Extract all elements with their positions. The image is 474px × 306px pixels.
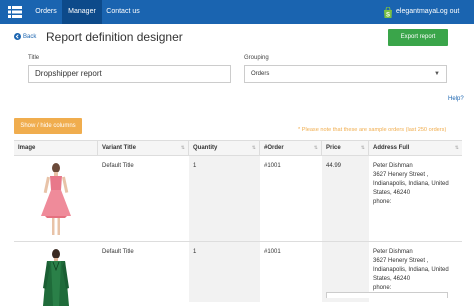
back-link[interactable]: Back — [14, 33, 36, 40]
product-image — [14, 156, 98, 241]
column-header-label: Address Full — [373, 145, 410, 151]
address-line: 3627 Henery Street , — [373, 172, 429, 178]
column-header-price[interactable]: Price ⇅ — [322, 141, 369, 156]
table-row: Default Title 1 #1001 44.99 Peter Dishma… — [14, 156, 462, 242]
address-overlay-box — [326, 292, 448, 298]
sort-icon[interactable]: ⇅ — [455, 141, 459, 156]
page-title: Report definition designer — [46, 30, 183, 44]
show-hide-columns-button[interactable]: Show / hide columns — [14, 118, 82, 134]
address-line: Indianapolis, Indiana, United — [373, 267, 449, 273]
address-line: States, 46240 — [373, 276, 411, 282]
brand-name: elegantmaya — [396, 8, 437, 15]
back-arrow-icon — [14, 33, 21, 40]
address-line: Peter Dishman — [373, 163, 413, 169]
address-line: States, 46240 — [373, 190, 411, 196]
column-header-address-full[interactable]: Address Full ⇅ — [369, 141, 462, 156]
hamburger-icon — [8, 6, 22, 18]
address-cell: Peter Dishman 3627 Henery Street , India… — [369, 242, 462, 299]
column-header-quantity[interactable]: Quantity ⇅ — [189, 141, 260, 156]
nav-manager[interactable]: Manager — [62, 0, 102, 24]
help-link[interactable]: Help? — [448, 96, 464, 102]
column-header-label: Quantity — [193, 145, 218, 151]
table-header: Image Variant Title ⇅ Quantity ⇅ #Order … — [14, 140, 462, 156]
nav-contact-us[interactable]: Contact us — [102, 0, 144, 24]
sort-icon[interactable]: ⇅ — [181, 141, 185, 156]
grouping-select[interactable]: Orders ▼ — [244, 65, 447, 83]
address-line: 3627 Henery Street , — [373, 258, 429, 264]
sort-icon[interactable]: ⇅ — [314, 141, 318, 156]
address-line: phone: — [373, 199, 392, 205]
brand[interactable]: S elegantmaya — [383, 0, 436, 24]
column-header-label: Image — [18, 145, 36, 151]
quantity-cell: 1 — [189, 242, 260, 302]
grouping-label: Grouping — [244, 55, 269, 61]
svg-text:S: S — [386, 12, 390, 18]
title-input[interactable]: Dropshipper report — [28, 65, 231, 83]
top-navbar: Orders Manager Contact us S elegantmaya … — [0, 0, 474, 24]
export-report-button[interactable]: Export report — [388, 29, 448, 46]
pink-dress-photo — [25, 160, 87, 238]
column-header-label: Variant Title — [102, 145, 136, 151]
menu-button[interactable] — [0, 0, 30, 24]
variant-title-cell: Default Title — [102, 249, 134, 255]
grouping-value: Orders — [251, 71, 270, 77]
sample-orders-notice: * Please note that these are sample orde… — [298, 127, 447, 133]
address-cell: Peter Dishman 3627 Henery Street , India… — [369, 156, 462, 213]
nav-orders[interactable]: Orders — [30, 0, 62, 24]
sort-icon[interactable]: ⇅ — [361, 141, 365, 156]
back-label: Back — [23, 33, 37, 40]
title-label: Title — [28, 55, 40, 61]
logout-link[interactable]: Log out — [436, 0, 459, 24]
column-header-label: #Order — [264, 145, 284, 151]
address-line: Indianapolis, Indiana, United — [373, 181, 449, 187]
variant-title-cell: Default Title — [102, 163, 134, 169]
quantity-cell: 1 — [189, 156, 260, 241]
order-cell: #1001 — [264, 249, 281, 255]
column-header-variant-title[interactable]: Variant Title ⇅ — [98, 141, 189, 156]
column-header-image[interactable]: Image — [14, 141, 98, 156]
address-line: Peter Dishman — [373, 249, 413, 255]
green-coat-photo — [25, 246, 87, 306]
column-header-label: Price — [326, 145, 341, 151]
order-cell: #1001 — [264, 163, 281, 169]
column-header-order[interactable]: #Order ⇅ — [260, 141, 322, 156]
product-image — [14, 242, 98, 306]
shopping-bag-icon: S — [384, 6, 392, 18]
caret-down-icon: ▼ — [434, 71, 440, 77]
sort-icon[interactable]: ⇅ — [252, 141, 256, 156]
price-cell: 44.99 — [322, 156, 369, 241]
